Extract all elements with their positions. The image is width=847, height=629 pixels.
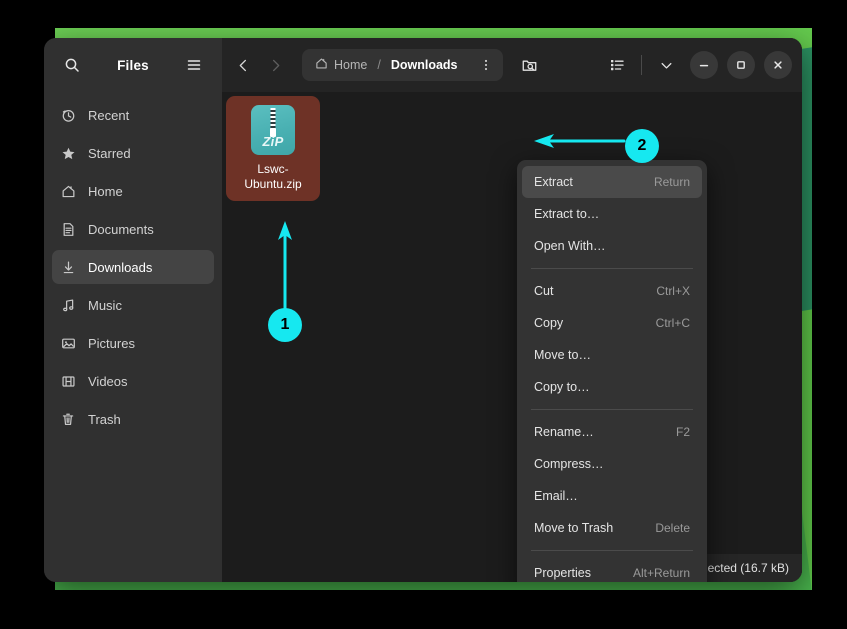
files-window: Files Recent xyxy=(44,38,802,582)
menu-item-extract-to[interactable]: Extract to… xyxy=(522,198,702,230)
menu-item-label: Open With… xyxy=(534,239,676,253)
menu-item-copy-to[interactable]: Copy to… xyxy=(522,371,702,403)
menu-item-email[interactable]: Email… xyxy=(522,480,702,512)
menu-item-label: Copy xyxy=(534,316,642,330)
menu-item-open-with[interactable]: Open With… xyxy=(522,230,702,262)
clock-icon xyxy=(60,107,77,124)
sidebar-item-trash[interactable]: Trash xyxy=(52,402,214,436)
minimize-button[interactable] xyxy=(690,51,718,79)
file-grid[interactable]: ZiP Lswc-Ubuntu.zip Extract Return Extra… xyxy=(222,92,802,582)
menu-item-label: Properties xyxy=(534,566,619,580)
sidebar-item-starred[interactable]: Starred xyxy=(52,136,214,170)
menu-item-extract[interactable]: Extract Return xyxy=(522,166,702,198)
sidebar: Files Recent xyxy=(44,38,222,582)
sidebar-item-label: Documents xyxy=(88,222,154,237)
back-button[interactable] xyxy=(228,50,258,80)
sidebar-item-label: Starred xyxy=(88,146,131,161)
menu-item-compress[interactable]: Compress… xyxy=(522,448,702,480)
menu-item-accelerator: Return xyxy=(654,175,690,189)
main-pane: Home / Downloads xyxy=(222,38,802,582)
menu-item-label: Email… xyxy=(534,489,676,503)
sidebar-item-label: Downloads xyxy=(88,260,152,275)
menu-item-move-to-trash[interactable]: Move to Trash Delete xyxy=(522,512,702,544)
search-icon[interactable] xyxy=(58,51,86,79)
zipper-teeth xyxy=(271,108,276,130)
breadcrumb-downloads[interactable]: Downloads xyxy=(388,58,461,72)
header-bar: Home / Downloads xyxy=(222,38,802,92)
image-icon xyxy=(60,335,77,352)
maximize-button[interactable] xyxy=(727,51,755,79)
menu-item-label: Extract to… xyxy=(534,207,676,221)
menu-item-copy[interactable]: Copy Ctrl+C xyxy=(522,307,702,339)
menu-separator xyxy=(531,550,693,551)
menu-item-label: Compress… xyxy=(534,457,676,471)
sidebar-item-label: Recent xyxy=(88,108,129,123)
menu-item-label: Rename… xyxy=(534,425,662,439)
menu-item-accelerator: Ctrl+X xyxy=(656,284,690,298)
menu-separator xyxy=(531,268,693,269)
sidebar-header: Files xyxy=(44,38,222,92)
menu-item-label: Extract xyxy=(534,175,640,189)
menu-item-accelerator: F2 xyxy=(676,425,690,439)
document-icon xyxy=(60,221,77,238)
sidebar-item-label: Videos xyxy=(88,374,128,389)
menu-item-rename[interactable]: Rename… F2 xyxy=(522,416,702,448)
menu-separator xyxy=(531,409,693,410)
sidebar-item-list: Recent Starred Home xyxy=(44,92,222,440)
menu-item-properties[interactable]: Properties Alt+Return xyxy=(522,557,702,582)
sidebar-item-label: Trash xyxy=(88,412,121,427)
sidebar-item-recent[interactable]: Recent xyxy=(52,98,214,132)
home-icon xyxy=(60,183,77,200)
breadcrumb-home[interactable]: Home xyxy=(312,57,370,73)
menu-item-label: Move to Trash xyxy=(534,521,641,535)
sidebar-item-music[interactable]: Music xyxy=(52,288,214,322)
vertical-dots-icon[interactable] xyxy=(473,52,499,78)
star-icon xyxy=(60,145,77,162)
forward-button[interactable] xyxy=(260,50,290,80)
header-divider xyxy=(641,55,642,75)
zip-icon-text: ZiP xyxy=(251,134,295,149)
menu-item-cut[interactable]: Cut Ctrl+X xyxy=(522,275,702,307)
sidebar-item-documents[interactable]: Documents xyxy=(52,212,214,246)
breadcrumb-current-label: Downloads xyxy=(391,58,458,72)
menu-item-accelerator: Ctrl+C xyxy=(656,316,690,330)
sidebar-item-pictures[interactable]: Pictures xyxy=(52,326,214,360)
hamburger-menu-icon[interactable] xyxy=(180,51,208,79)
sidebar-item-downloads[interactable]: Downloads xyxy=(52,250,214,284)
close-button[interactable] xyxy=(764,51,792,79)
download-icon xyxy=(60,259,77,276)
sidebar-item-label: Pictures xyxy=(88,336,135,351)
file-name-label: Lswc-Ubuntu.zip xyxy=(232,162,314,192)
menu-item-accelerator: Alt+Return xyxy=(633,566,690,580)
sidebar-title: Files xyxy=(92,58,174,73)
film-icon xyxy=(60,373,77,390)
chevron-down-icon[interactable] xyxy=(651,50,681,80)
sidebar-item-label: Home xyxy=(88,184,123,199)
breadcrumb-home-label: Home xyxy=(334,58,367,72)
list-view-icon[interactable] xyxy=(602,50,632,80)
menu-item-label: Copy to… xyxy=(534,380,676,394)
home-icon xyxy=(315,57,328,73)
menu-item-move-to[interactable]: Move to… xyxy=(522,339,702,371)
sidebar-item-videos[interactable]: Videos xyxy=(52,364,214,398)
menu-item-accelerator: Delete xyxy=(655,521,690,535)
breadcrumb-separator: / xyxy=(376,58,381,72)
trash-icon xyxy=(60,411,77,428)
context-menu: Extract Return Extract to… Open With… Cu… xyxy=(517,160,707,582)
sidebar-item-label: Music xyxy=(88,298,122,313)
menu-item-label: Move to… xyxy=(534,348,676,362)
file-tile-lswc-ubuntu-zip[interactable]: ZiP Lswc-Ubuntu.zip xyxy=(226,96,320,201)
menu-item-label: Cut xyxy=(534,284,642,298)
folder-search-icon[interactable] xyxy=(515,50,545,80)
music-note-icon xyxy=(60,297,77,314)
breadcrumb: Home / Downloads xyxy=(302,49,503,81)
sidebar-item-home[interactable]: Home xyxy=(52,174,214,208)
zip-archive-icon: ZiP xyxy=(251,105,295,155)
